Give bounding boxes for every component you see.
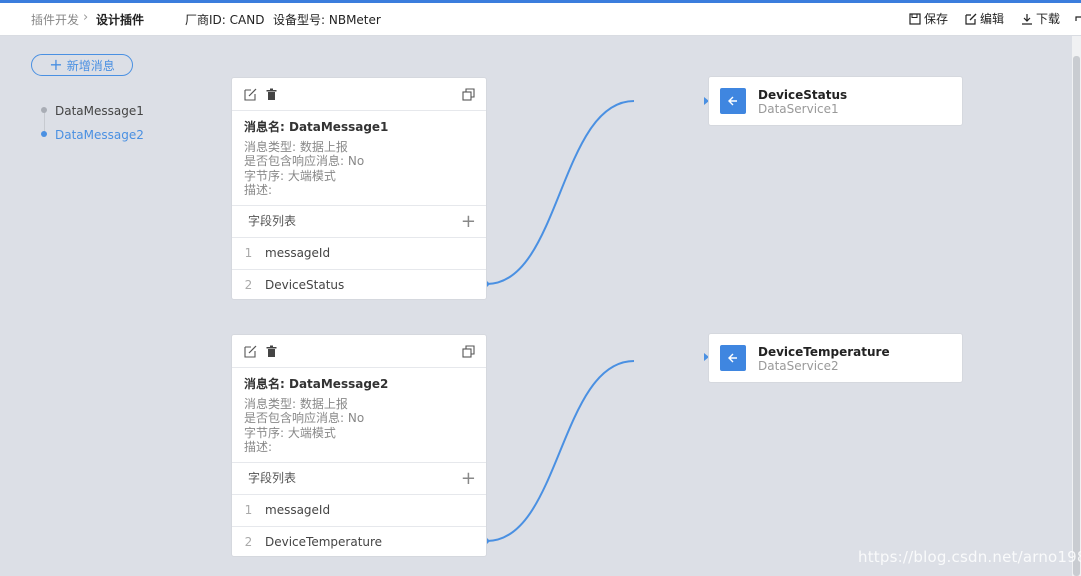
message-description: 描述: [244, 440, 273, 454]
message-byte-order: 字节序: 大端模式 [244, 168, 336, 183]
trash-icon[interactable] [265, 345, 278, 358]
message-name: 消息名: DataMessage1 [244, 120, 389, 134]
message-type: 消息类型: 数据上报 [244, 139, 348, 154]
field-list-header: 字段列表 + [232, 206, 486, 238]
field-row[interactable]: 1 messageId [232, 495, 486, 527]
vertical-scrollbar[interactable] [1072, 36, 1081, 576]
field-name: DeviceStatus [265, 278, 345, 292]
message-card-2[interactable]: 消息名: DataMessage2 消息类型: 数据上报 是否包含响应消息: N… [231, 334, 487, 557]
service-subtitle: DataService1 [758, 102, 839, 116]
service-input-icon [720, 88, 746, 114]
field-name: DeviceTemperature [265, 535, 383, 549]
field-name: messageId [265, 246, 331, 260]
edit-icon[interactable] [244, 88, 257, 101]
card-toolbar [232, 335, 486, 368]
expand-icon[interactable] [462, 88, 475, 101]
service-subtitle: DataService2 [758, 359, 839, 373]
message-description: 描述: [244, 183, 273, 197]
message-byte-order: 字节序: 大端模式 [244, 425, 336, 440]
trash-icon[interactable] [265, 88, 278, 101]
watermark: https://blog.csdn.net/arno1988 [858, 548, 1081, 566]
add-field-icon[interactable]: + [461, 206, 476, 237]
service-input-icon [720, 345, 746, 371]
message-card-1[interactable]: 消息名: DataMessage1 消息类型: 数据上报 是否包含响应消息: N… [231, 77, 487, 300]
field-index: 1 [244, 503, 253, 517]
service-title: DeviceStatus [758, 88, 848, 102]
expand-icon[interactable] [462, 345, 475, 358]
field-list-header: 字段列表 + [232, 463, 486, 495]
service-card-1[interactable]: DeviceStatus DataService1 [708, 76, 963, 126]
edit-icon[interactable] [244, 345, 257, 358]
field-index: 2 [244, 278, 253, 292]
card-toolbar [232, 78, 486, 111]
field-row[interactable]: 2 DeviceTemperature [232, 527, 486, 558]
message-name: 消息名: DataMessage2 [244, 377, 389, 391]
message-response: 是否包含响应消息: No [244, 411, 365, 425]
field-row[interactable]: 2 DeviceStatus [232, 270, 486, 301]
service-card-2[interactable]: DeviceTemperature DataService2 [708, 333, 963, 383]
message-info: 消息名: DataMessage1 消息类型: 数据上报 是否包含响应消息: N… [232, 111, 486, 206]
scrollbar-thumb[interactable] [1073, 56, 1080, 576]
field-index: 1 [244, 246, 253, 260]
connector-message2-service2 [486, 360, 635, 542]
field-row[interactable]: 1 messageId [232, 238, 486, 270]
field-index: 2 [244, 535, 253, 549]
message-response: 是否包含响应消息: No [244, 154, 365, 168]
message-type: 消息类型: 数据上报 [244, 396, 348, 411]
add-field-icon[interactable]: + [461, 463, 476, 494]
field-list-title: 字段列表 [248, 471, 297, 485]
service-title: DeviceTemperature [758, 345, 890, 359]
field-list-title: 字段列表 [248, 214, 297, 228]
message-info: 消息名: DataMessage2 消息类型: 数据上报 是否包含响应消息: N… [232, 368, 486, 463]
connector-message1-service1 [486, 100, 635, 285]
field-name: messageId [265, 503, 331, 517]
